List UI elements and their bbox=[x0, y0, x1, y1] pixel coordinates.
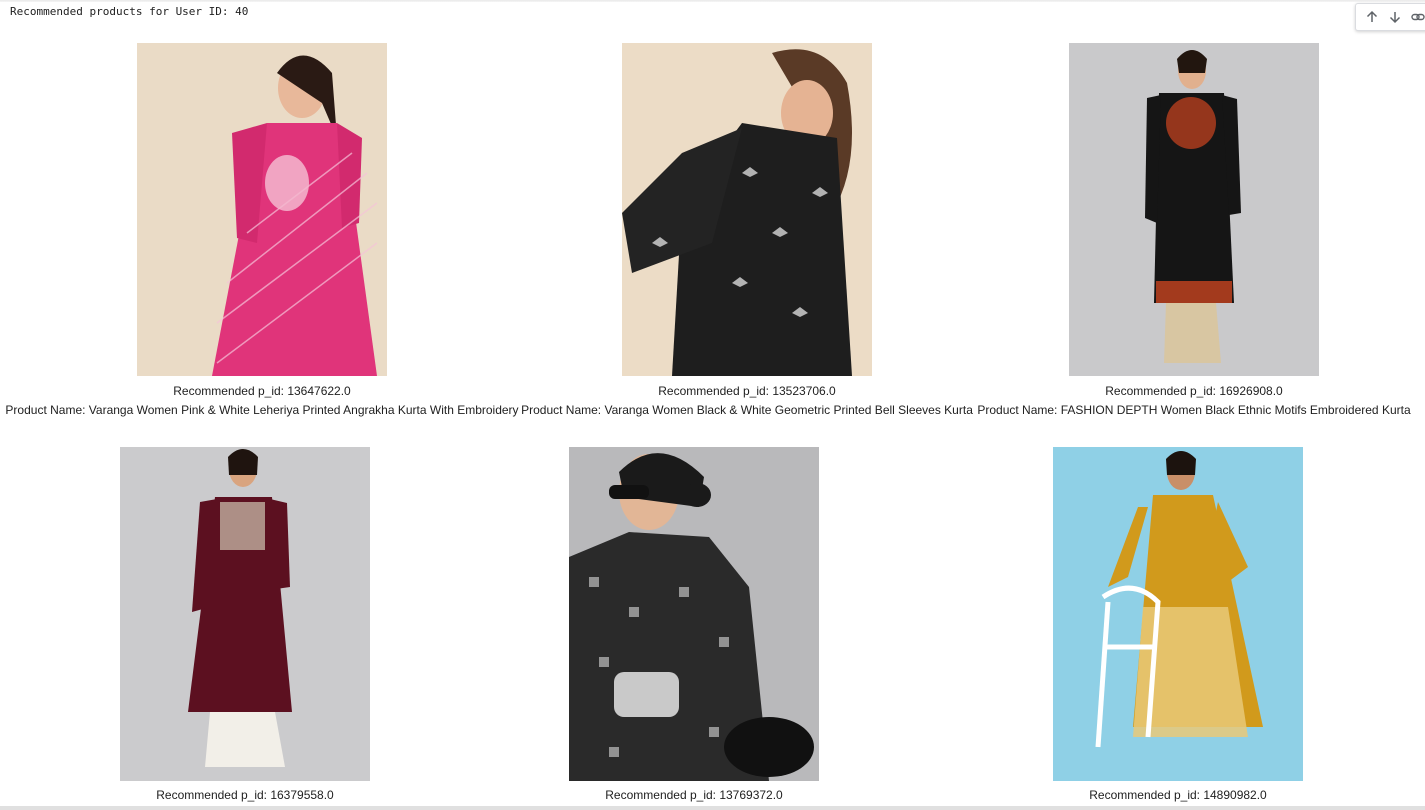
product-name-label: Product Name: FASHION DEPTH Women Black … bbox=[977, 403, 1411, 417]
product-image bbox=[137, 43, 387, 376]
arrow-up-icon[interactable] bbox=[1360, 5, 1383, 29]
product-image bbox=[1053, 447, 1303, 781]
product-id-label: Recommended p_id: 13647622.0 bbox=[173, 384, 351, 398]
cell-toolbar bbox=[1355, 3, 1425, 31]
arrow-down-icon[interactable] bbox=[1383, 5, 1406, 29]
cell-top-border bbox=[0, 0, 1425, 2]
product-name-label: Product Name: Varanga Women Pink & White… bbox=[5, 403, 519, 417]
product-image bbox=[120, 447, 370, 781]
product-image bbox=[622, 43, 872, 376]
output-header-text: Recommended products for User ID: 40 bbox=[10, 5, 249, 18]
product-image bbox=[569, 447, 819, 781]
product-id-label: Recommended p_id: 13769372.0 bbox=[605, 788, 783, 802]
product-id-label: Recommended p_id: 16926908.0 bbox=[1105, 384, 1283, 398]
product-id-label: Recommended p_id: 14890982.0 bbox=[1089, 788, 1267, 802]
link-icon[interactable] bbox=[1407, 5, 1425, 29]
cell-bottom-border bbox=[0, 806, 1425, 810]
product-image bbox=[1069, 43, 1319, 376]
